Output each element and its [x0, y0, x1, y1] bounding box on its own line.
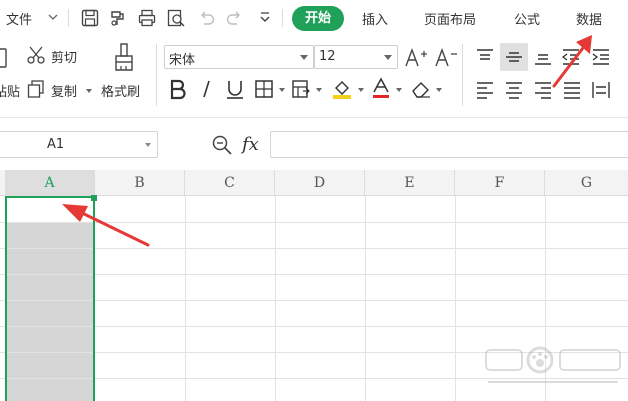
format-painter-button[interactable]: 格式刷: [101, 81, 140, 100]
column-header-e[interactable]: E: [365, 170, 455, 196]
print-preview-icon[interactable]: [166, 8, 186, 28]
copy-icon[interactable]: [26, 79, 46, 99]
scissors-icon[interactable]: [26, 45, 46, 65]
ribbon-divider: [156, 44, 157, 106]
increase-font-icon[interactable]: [404, 46, 428, 68]
cut-button[interactable]: 剪切: [51, 47, 77, 66]
column-header-d[interactable]: D: [275, 170, 365, 196]
font-size-value: 12: [319, 49, 336, 64]
chevron-down-icon: [384, 55, 392, 60]
paste-button[interactable]: 粘贴: [0, 81, 20, 100]
align-middle-icon: [506, 52, 522, 62]
align-top-icon[interactable]: [474, 46, 496, 68]
align-center-icon[interactable]: [503, 79, 525, 101]
eraser-icon[interactable]: [409, 78, 433, 100]
fill-color-icon[interactable]: [330, 76, 354, 100]
file-menu[interactable]: 文件: [6, 9, 32, 28]
chevron-down-icon[interactable]: [46, 8, 60, 26]
chevron-down-icon[interactable]: [316, 88, 322, 92]
formula-input[interactable]: [270, 131, 628, 158]
function-button[interactable]: fx: [242, 134, 259, 155]
tab-home[interactable]: 开始: [292, 6, 344, 31]
formula-bar: A1 fx: [0, 118, 628, 170]
spreadsheet-app: 文件 开始 插入 页面布局 公式 数据 粘贴 剪切 复制 格式刷 宋体 12 A…: [0, 0, 628, 401]
annotation-arrow-icon: [552, 35, 592, 88]
ribbon-toolbar: 粘贴 剪切 复制 格式刷 宋体 12: [0, 36, 628, 118]
menu-divider: [68, 9, 69, 27]
watermark-logo-icon: [485, 346, 621, 383]
customize-icon[interactable]: [255, 8, 275, 28]
column-header-a[interactable]: A: [5, 170, 95, 196]
align-middle-button[interactable]: [500, 43, 528, 71]
column-header-f[interactable]: F: [455, 170, 545, 196]
font-color-icon[interactable]: [370, 76, 392, 100]
decrease-font-icon[interactable]: [434, 46, 458, 68]
copy-button[interactable]: 复制: [51, 81, 77, 100]
tab-insert[interactable]: 插入: [362, 9, 388, 28]
italic-icon[interactable]: [197, 78, 217, 100]
chevron-down-icon: [145, 143, 151, 147]
column-header-b[interactable]: B: [95, 170, 185, 196]
save-icon[interactable]: [80, 8, 100, 28]
underline-icon[interactable]: [224, 78, 246, 100]
font-name-value: 宋体: [169, 53, 196, 68]
tab-page-layout[interactable]: 页面布局: [424, 9, 476, 28]
font-name-select[interactable]: 宋体: [164, 45, 314, 69]
chevron-down-icon[interactable]: [396, 88, 402, 92]
borders-icon[interactable]: [253, 78, 275, 100]
font-size-select[interactable]: 12: [314, 45, 398, 69]
brush-icon[interactable]: [110, 42, 138, 72]
column-header-g[interactable]: G: [545, 170, 628, 196]
tab-formulas[interactable]: 公式: [514, 9, 540, 28]
merge-cells-icon[interactable]: [290, 78, 312, 100]
ribbon-divider: [462, 44, 463, 106]
chevron-down-icon[interactable]: [436, 88, 442, 92]
zoom-icon[interactable]: [211, 134, 233, 156]
annotation-arrow-icon: [62, 204, 150, 247]
paste-icon[interactable]: [0, 46, 10, 70]
column-gridline: [455, 196, 456, 401]
column-header-c[interactable]: C: [185, 170, 275, 196]
bold-icon[interactable]: [167, 78, 189, 100]
menu-bar: 文件 开始 插入 页面布局 公式 数据: [0, 0, 628, 36]
tab-data[interactable]: 数据: [576, 9, 602, 28]
name-box[interactable]: A1: [0, 131, 158, 158]
menu-divider: [282, 9, 283, 27]
column-gridline: [185, 196, 186, 401]
chevron-down-icon[interactable]: [279, 88, 285, 92]
chevron-down-icon: [300, 55, 308, 60]
redo-icon[interactable]: [224, 8, 244, 28]
undo-icon[interactable]: [197, 8, 217, 28]
print-icon[interactable]: [137, 8, 157, 28]
chevron-down-icon[interactable]: [86, 89, 92, 93]
column-gridline: [275, 196, 276, 401]
align-left-icon[interactable]: [474, 79, 496, 101]
column-gridline: [365, 196, 366, 401]
format-painter-icon[interactable]: [108, 8, 128, 28]
chevron-down-icon[interactable]: [358, 88, 364, 92]
cell-reference: A1: [47, 137, 65, 152]
